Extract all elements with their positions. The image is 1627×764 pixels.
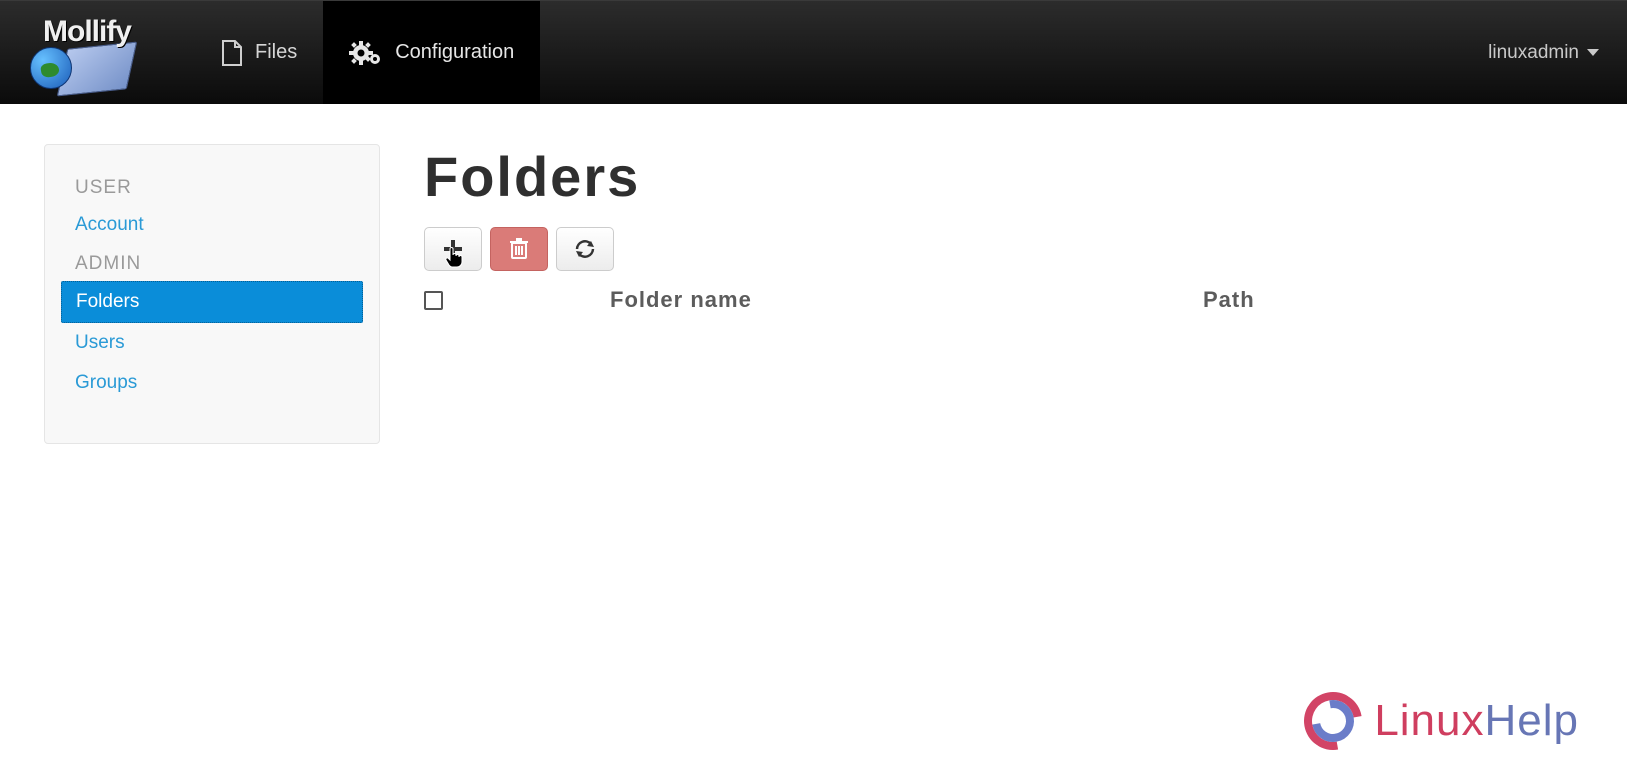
linuxhelp-watermark: LinuxHelp [1304, 692, 1579, 750]
user-menu-label: linuxadmin [1488, 42, 1579, 64]
top-navbar: Mollify Files [0, 0, 1627, 104]
delete-folder-button[interactable] [490, 227, 548, 271]
nav-files[interactable]: Files [195, 1, 323, 104]
column-path[interactable]: Path [1203, 287, 1563, 313]
sidebar-item-account[interactable]: Account [61, 205, 363, 245]
linuxhelp-logo-text: LinuxHelp [1374, 696, 1579, 746]
nav-configuration-label: Configuration [395, 41, 514, 64]
select-all-checkbox[interactable] [424, 291, 443, 310]
nav-files-label: Files [255, 41, 297, 64]
nav-configuration[interactable]: Configuration [323, 1, 540, 104]
refresh-icon [574, 239, 596, 259]
trash-icon [509, 238, 529, 260]
sidebar-section-user: USER [61, 169, 363, 205]
sidebar-item-users[interactable]: Users [61, 323, 363, 363]
column-folder-name[interactable]: Folder name [484, 287, 1203, 313]
app-logo[interactable]: Mollify [0, 1, 195, 104]
chevron-down-icon [1587, 49, 1599, 56]
main-content: Folders [424, 144, 1583, 444]
sidebar-item-folders[interactable]: Folders [61, 281, 363, 323]
app-logo-graphic: Mollify [25, 13, 170, 93]
sidebar-section-admin: ADMIN [61, 245, 363, 281]
config-sidebar: USER Account ADMIN Folders Users Groups [44, 144, 380, 444]
app-logo-text: Mollify [43, 15, 131, 49]
plus-icon [443, 239, 463, 259]
gears-icon [349, 40, 383, 66]
file-icon [221, 40, 243, 66]
folders-table-header: Folder name Path [424, 279, 1563, 313]
page-title: Folders [424, 144, 1563, 209]
user-menu[interactable]: linuxadmin [1460, 1, 1627, 104]
refresh-button[interactable] [556, 227, 614, 271]
folders-toolbar [424, 227, 1563, 271]
sidebar-item-groups[interactable]: Groups [61, 363, 363, 403]
linuxhelp-logo-icon [1304, 692, 1362, 750]
add-folder-button[interactable] [424, 227, 482, 271]
